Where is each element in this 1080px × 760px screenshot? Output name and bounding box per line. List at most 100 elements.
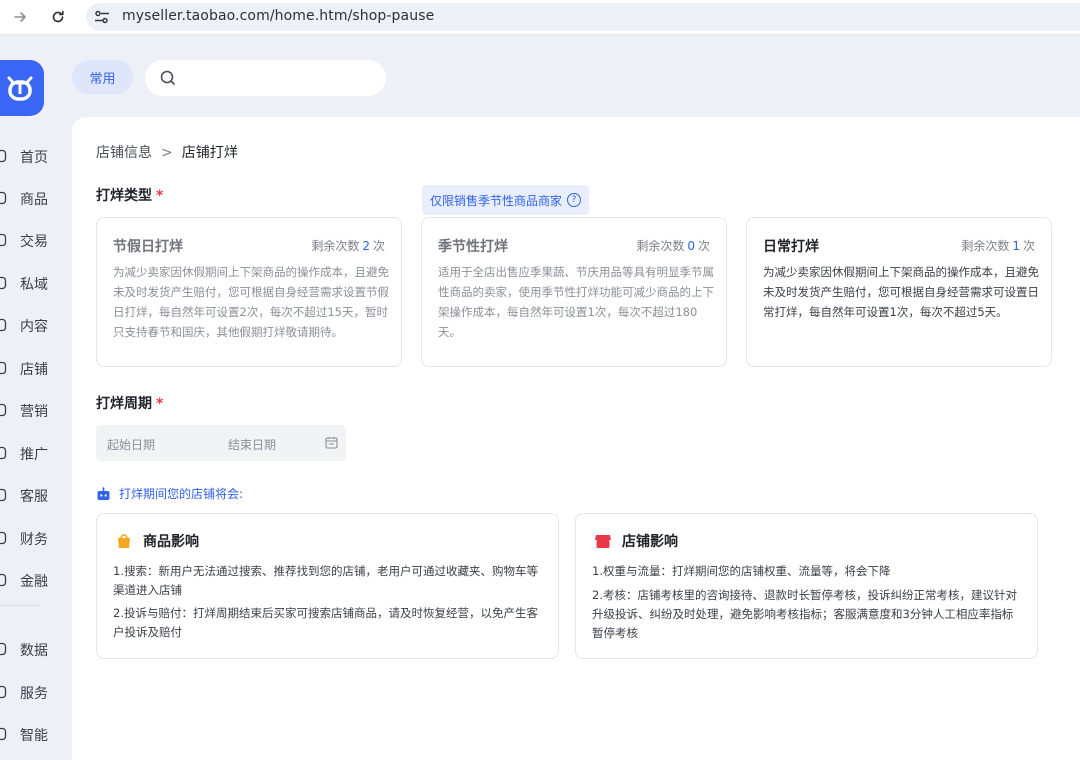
sidebar-item-1[interactable]: 商品: [0, 184, 72, 214]
seasonal-tag-text: 仅限销售季节性商品商家: [430, 193, 563, 208]
sidebar-item-3[interactable]: 私域: [0, 269, 72, 299]
main-panel: 店铺信息 > 店铺打烊 打烊类型 * 仅限销售季节性商品商家 ? 节假日打烊 剩余次数…: [72, 117, 1080, 760]
breadcrumb-current: 店铺打烊: [181, 145, 238, 161]
forward-button[interactable]: [8, 5, 32, 29]
sidebar-item-5[interactable]: 店铺: [0, 354, 72, 384]
url-text[interactable]: myseller.taobao.com/home.htm/shop-pause: [122, 8, 434, 24]
closure-type-title: 打烊类型 *: [96, 185, 163, 205]
reload-icon: [52, 10, 64, 23]
remaining-number: 2: [362, 239, 370, 253]
marketing-icon: [0, 403, 7, 417]
closure-period-label: 打烊周期: [96, 396, 152, 412]
breadcrumb-shop-info[interactable]: 店铺信息: [96, 145, 152, 161]
start-date-input[interactable]: 起始日期: [107, 436, 155, 453]
closure-notice-text: 打烊期间您的店铺将会:: [119, 487, 244, 501]
site-settings-icon[interactable]: [94, 10, 110, 24]
content-icon: [0, 318, 7, 332]
services-icon: [0, 685, 7, 699]
ai-icon: [0, 727, 7, 741]
sidebar-item-label: 内容: [20, 319, 48, 335]
arrow-right-icon: [14, 12, 26, 22]
breadcrumb: 店铺信息 > 店铺打烊: [96, 142, 238, 162]
sidebar-item-label: 数据: [20, 643, 48, 659]
sidebar-item-11[interactable]: 数据: [0, 635, 72, 665]
goods-icon: [0, 191, 7, 205]
card-title: 日常打烊: [763, 239, 819, 255]
sidebar-item-7[interactable]: 推广: [0, 439, 72, 469]
shop-impact-title: 店铺影响: [622, 534, 678, 550]
goods-impact-search: 1.搜索：新用户无法通过搜索、推荐找到您的店铺，老用户可通过收藏夹、购物车等渠道…: [113, 564, 538, 597]
logo-icon: [7, 76, 33, 101]
shopping-bag-icon: [115, 532, 133, 550]
required-mark: *: [156, 396, 164, 412]
goods-impact-complaint: 2.投诉与赔付：打烊周期结束后买家可搜索店铺商品，请及时恢复经营，以免产生客户投…: [113, 606, 538, 639]
remaining-number: 0: [687, 239, 695, 253]
calendar-icon[interactable]: [325, 436, 338, 449]
shop-icon: [0, 361, 7, 375]
closure-period-title: 打烊周期 *: [96, 393, 163, 413]
remaining-count: 剩余次数 1 次: [961, 237, 1035, 254]
sidebar-divider: [0, 605, 40, 606]
remaining-unit: 次: [697, 239, 710, 253]
closure-notice: 打烊期间您的店铺将会:: [96, 485, 243, 502]
closure-type-label: 打烊类型: [96, 188, 152, 204]
browser-address-bar: myseller.taobao.com/home.htm/shop-pause: [0, 0, 1080, 35]
robot-icon: [97, 486, 110, 500]
store-icon: [595, 535, 611, 548]
shop-impact-assessment: 2.考核：店铺考核里的咨询接待、退款时长暂停考核，投诉纠纷正常考核，建议针对升级…: [592, 588, 1017, 640]
home-icon: [0, 149, 7, 163]
goods-impact-header: 商品影响: [115, 531, 199, 551]
goods-impact-title: 商品影响: [143, 534, 199, 550]
trade-icon: [0, 233, 7, 247]
remaining-count: 剩余次数 2 次: [311, 237, 385, 254]
remaining-count: 剩余次数 0 次: [636, 237, 710, 254]
sidebar-item-12[interactable]: 服务: [0, 678, 72, 708]
sidebar-item-2[interactable]: 交易: [0, 226, 72, 256]
shop-impact-card: 店铺影响 1.权重与流量：打烊期间您的店铺权重、流量等，将会下降 2.考核：店铺…: [575, 513, 1038, 659]
sidebar-item-label: 首页: [20, 150, 48, 166]
data-icon: [0, 642, 7, 656]
reload-button[interactable]: [46, 5, 70, 29]
breadcrumb-separator: >: [161, 145, 173, 161]
sidebar-item-13[interactable]: 智能: [0, 720, 72, 750]
remaining-label: 剩余次数: [636, 239, 685, 253]
taobao-logo[interactable]: [0, 60, 44, 116]
goods-impact-card: 商品影响 1.搜索：新用户无法通过搜索、推荐找到您的店铺，老用户可通过收藏夹、购…: [96, 513, 559, 659]
sidebar-item-10[interactable]: 金融: [0, 566, 72, 596]
sidebar-item-label: 商品: [20, 192, 48, 208]
sidebar-item-label: 客服: [20, 489, 48, 505]
date-range-picker[interactable]: 起始日期 结束日期: [96, 425, 346, 461]
sidebar-item-label: 交易: [20, 234, 48, 250]
remaining-label: 剩余次数: [311, 239, 360, 253]
seasonal-only-tag: 仅限销售季节性商品商家 ?: [422, 185, 590, 215]
card-seasonal-closure[interactable]: 季节性打烊 剩余次数 0 次 适用于全店出售应季果蔬、节庆用品等具有明显季节属性商品…: [421, 217, 727, 367]
sidebar-item-label: 财务: [20, 532, 48, 548]
remaining-label: 剩余次数: [961, 239, 1010, 253]
card-holiday-closure[interactable]: 节假日打烊 剩余次数 2 次 为减少卖家因休假期间上下架商品的操作成本，且避免未及时…: [96, 217, 402, 367]
sidebar-item-6[interactable]: 营销: [0, 396, 72, 426]
card-daily-closure[interactable]: 日常打烊 剩余次数 1 次 为减少卖家因休假期间上下架商品的操作成本，且避免未及时发…: [746, 217, 1052, 367]
finance-icon: [0, 531, 7, 545]
search-input[interactable]: [145, 60, 386, 96]
sidebar-item-8[interactable]: 客服: [0, 481, 72, 511]
help-icon[interactable]: ?: [567, 193, 582, 207]
sidebar-item-label: 金融: [20, 574, 48, 590]
sidebar-item-4[interactable]: 内容: [0, 311, 72, 341]
end-date-input[interactable]: 结束日期: [228, 436, 276, 453]
private-domain-icon: [0, 276, 7, 290]
remaining-unit: 次: [1022, 239, 1035, 253]
card-title: 季节性打烊: [438, 239, 508, 255]
sidebar-item-0[interactable]: 首页: [0, 142, 72, 172]
sidebar-item-label: 营销: [20, 404, 48, 420]
sidebar-item-label: 推广: [20, 447, 48, 463]
card-description: 适用于全店出售应季果蔬、节庆用品等具有明显季节属性商品的卖家，使用季节性打烊功能…: [438, 265, 714, 339]
sidebar-item-9[interactable]: 财务: [0, 524, 72, 554]
shop-impact-weight: 1.权重与流量：打烊期间您的店铺权重、流量等，将会下降: [592, 564, 891, 578]
service-icon: [0, 488, 7, 502]
banking-icon: [0, 573, 7, 587]
required-mark: *: [156, 188, 164, 204]
remaining-unit: 次: [372, 239, 385, 253]
frequent-chip[interactable]: 常用: [72, 60, 133, 94]
sidebar-item-label: 服务: [20, 686, 48, 702]
sidebar-item-label: 智能: [20, 728, 48, 744]
